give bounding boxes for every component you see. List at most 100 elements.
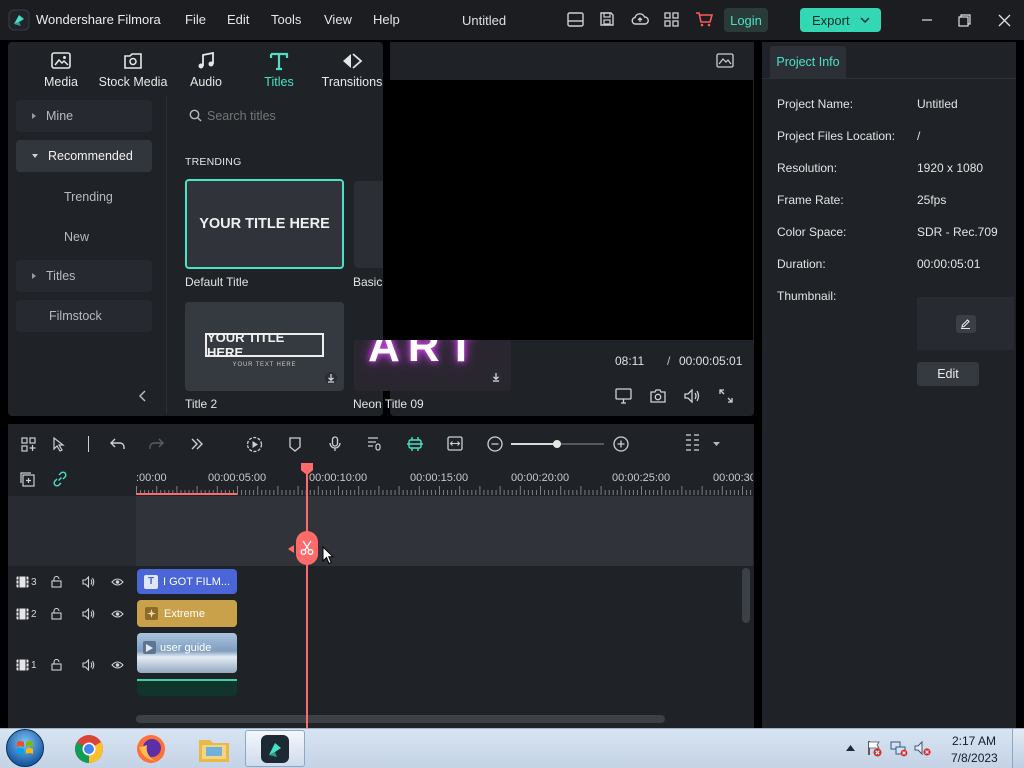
layout-switch-icon[interactable] xyxy=(21,437,36,452)
sidebar-item-trending[interactable]: Trending xyxy=(64,190,113,204)
sidebar-item-mine[interactable]: Mine xyxy=(16,100,152,132)
zoom-slider-handle[interactable] xyxy=(553,440,561,448)
sidebar-item-new[interactable]: New xyxy=(64,230,89,244)
restore-button[interactable] xyxy=(949,8,979,32)
eye-icon[interactable] xyxy=(110,660,124,670)
menu-file[interactable]: File xyxy=(185,12,206,27)
title-card-default[interactable]: YOUR TITLE HERE xyxy=(185,179,344,269)
section-heading-trending: TRENDING xyxy=(185,156,242,168)
snapshot-icon[interactable] xyxy=(650,389,666,403)
tab-media[interactable]: Media xyxy=(31,51,91,101)
speaker-icon[interactable] xyxy=(82,659,95,671)
title-clip[interactable]: T I GOT FILM... xyxy=(137,569,237,594)
title-card-neon-title-09[interactable]: ART xyxy=(354,340,511,391)
fullscreen-icon[interactable] xyxy=(719,389,733,403)
preview-settings-icon[interactable] xyxy=(716,53,734,68)
menu-tools[interactable]: Tools xyxy=(271,12,301,27)
export-button[interactable]: Export xyxy=(800,8,881,32)
show-desktop-button[interactable] xyxy=(1012,729,1024,768)
scissors-icon xyxy=(300,540,314,555)
search-input[interactable] xyxy=(207,106,377,126)
zoom-out-icon[interactable] xyxy=(487,436,503,452)
login-button[interactable]: Login xyxy=(724,8,768,32)
chevron-down-icon[interactable] xyxy=(860,17,870,23)
sidebar-item-titles[interactable]: Titles xyxy=(16,260,152,292)
start-orb[interactable] xyxy=(6,729,44,767)
menu-view[interactable]: View xyxy=(324,12,352,27)
speaker-icon[interactable] xyxy=(82,608,95,620)
edit-thumbnail-icon[interactable] xyxy=(955,314,976,333)
tab-transitions[interactable]: Transitions xyxy=(322,51,382,101)
video-track-icon xyxy=(16,608,29,620)
timeline-view-dropdown-icon[interactable] xyxy=(713,442,720,447)
cloud-upload-icon[interactable] xyxy=(631,12,649,26)
display-icon[interactable] xyxy=(615,388,632,404)
tab-stock-media[interactable]: Stock Media xyxy=(99,51,167,101)
firefox-icon[interactable] xyxy=(123,731,179,766)
preview-screen[interactable] xyxy=(390,80,753,340)
render-preview-icon[interactable] xyxy=(246,436,263,453)
sidebar-item-filmstock[interactable]: Filmstock xyxy=(16,300,152,332)
close-button[interactable] xyxy=(989,8,1019,32)
ruler-label-10s: 00:00:10:00 xyxy=(309,472,368,484)
show-hidden-icons-icon[interactable] xyxy=(846,745,855,751)
menu-edit[interactable]: Edit xyxy=(227,12,249,27)
speaker-icon[interactable] xyxy=(82,576,95,588)
filmora-taskbar-button[interactable] xyxy=(245,730,305,767)
title-card-title-2[interactable]: YOUR TITLE HERE YOUR TEXT HERE xyxy=(185,302,344,391)
lock-icon[interactable] xyxy=(51,659,62,671)
timeline-view-icon[interactable] xyxy=(685,433,701,455)
fit-timeline-icon[interactable] xyxy=(447,436,463,451)
add-track-icon[interactable] xyxy=(20,472,35,487)
minimize-button[interactable] xyxy=(912,8,942,32)
microphone-icon[interactable] xyxy=(328,436,342,452)
effect-clip[interactable]: Extreme xyxy=(137,600,237,627)
menu-help[interactable]: Help xyxy=(373,12,400,27)
collapse-sidebar-icon[interactable] xyxy=(138,390,148,402)
action-center-icon[interactable] xyxy=(866,740,883,757)
link-icon[interactable] xyxy=(52,471,68,487)
file-explorer-icon[interactable] xyxy=(186,731,242,766)
lock-icon[interactable] xyxy=(51,576,62,588)
clock-date[interactable]: 7/8/2023 xyxy=(951,751,998,765)
more-tools-icon[interactable] xyxy=(190,437,204,451)
chrome-icon[interactable] xyxy=(61,731,117,766)
split-scissors-button[interactable] xyxy=(296,531,318,565)
edit-button[interactable]: Edit xyxy=(917,362,979,386)
edit-label: Edit xyxy=(937,367,959,381)
volume-mute-icon[interactable] xyxy=(914,740,932,757)
undo-icon[interactable] xyxy=(110,437,126,451)
save-icon[interactable] xyxy=(599,11,615,27)
redo-icon[interactable] xyxy=(148,437,164,451)
apps-grid-icon[interactable] xyxy=(664,12,679,27)
project-info-tab[interactable]: Project Info xyxy=(770,46,846,78)
zoom-slider[interactable] xyxy=(511,440,604,448)
download-icon[interactable] xyxy=(324,371,338,385)
playhead-line[interactable] xyxy=(306,470,308,728)
audio-waveform-clip[interactable] xyxy=(137,679,237,696)
clock-time[interactable]: 2:17 AM xyxy=(952,734,996,748)
text-to-speech-icon[interactable] xyxy=(367,436,382,452)
tab-audio[interactable]: Audio xyxy=(176,51,236,101)
timeline-vertical-scrollbar[interactable] xyxy=(742,568,750,623)
eye-icon[interactable] xyxy=(110,577,124,587)
eye-icon[interactable] xyxy=(110,609,124,619)
video-clip[interactable]: user guide xyxy=(137,633,237,673)
network-icon[interactable] xyxy=(890,740,908,757)
thumbnail-box[interactable] xyxy=(917,297,1014,350)
cart-icon[interactable] xyxy=(695,11,714,27)
duration-value: 00:00:05:01 xyxy=(917,257,981,271)
marker-icon[interactable] xyxy=(288,437,302,452)
select-tool-icon[interactable] xyxy=(52,437,68,452)
layout-icon[interactable] xyxy=(567,12,584,27)
mouse-cursor-icon xyxy=(322,546,334,565)
zoom-in-icon[interactable] xyxy=(613,436,629,452)
lock-icon[interactable] xyxy=(51,608,62,620)
sidebar-item-recommended[interactable]: Recommended xyxy=(16,140,152,172)
tab-titles[interactable]: Titles xyxy=(249,51,309,101)
title-card-basic[interactable] xyxy=(354,181,383,268)
timeline-horizontal-scrollbar[interactable] xyxy=(136,715,665,723)
volume-icon[interactable] xyxy=(684,389,701,403)
ai-tool-icon[interactable] xyxy=(406,436,424,452)
download-icon[interactable] xyxy=(489,370,503,384)
